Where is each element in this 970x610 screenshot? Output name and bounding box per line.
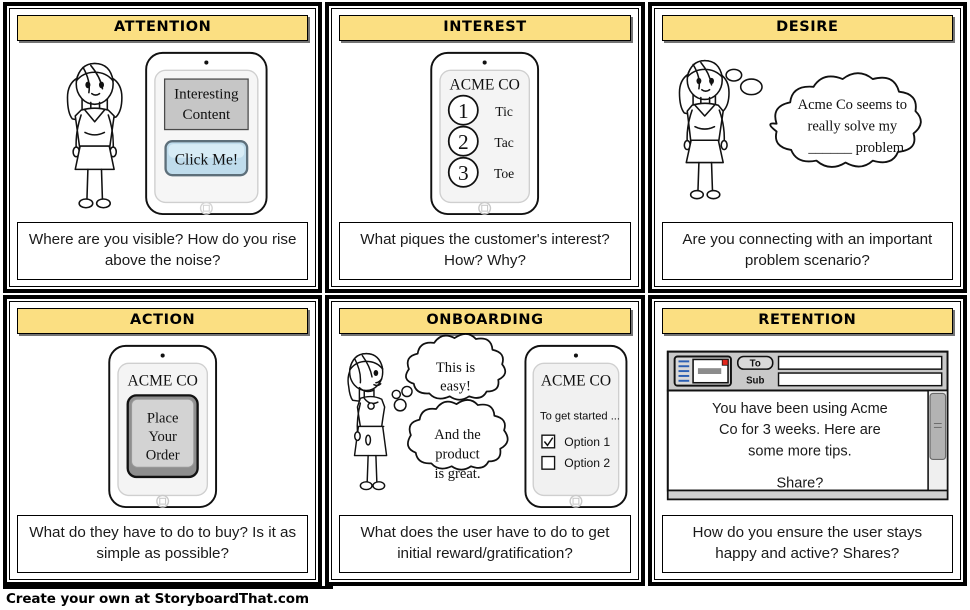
panel-title-interest: INTEREST [339, 15, 631, 41]
panel-title-retention: RETENTION [661, 308, 953, 334]
device-brand-onboarding: ACME CO [541, 373, 611, 390]
device-content-line2: Content [183, 107, 231, 123]
panel-interest-inner: INTEREST ACME CO 1 Tic 2 Tac 3 Toe What … [331, 8, 639, 287]
thought2-line2: product [436, 446, 480, 462]
storyboard-grid: ATTENTION Interesting Content Click Me! … [0, 0, 970, 586]
panel-caption-onboarding: What does the user have to do to get ini… [339, 515, 631, 573]
panel-attention[interactable]: ATTENTION Interesting Content Click Me! … [3, 2, 323, 293]
storyboard: ATTENTION Interesting Content Click Me! … [0, 0, 970, 610]
footer-attribution[interactable]: Create your own at StoryboardThat.com [6, 591, 309, 607]
device-order-button-line1: Place [147, 411, 179, 427]
list-label-2: Tac [495, 135, 514, 150]
list-number-2: 2 [458, 130, 469, 154]
panel-action-art: ACME CO Place Your Order [17, 334, 308, 515]
woman-character-front [66, 62, 123, 209]
thought-bubble-small-b [401, 385, 414, 398]
panel-title-action: ACTION [17, 308, 309, 334]
panel-interest[interactable]: INTEREST ACME CO 1 Tic 2 Tac 3 Toe What … [325, 2, 645, 293]
email-body-line2: Co for 3 weeks. Here are [719, 422, 881, 438]
email-subject-label: Sub [746, 376, 764, 387]
thought-bubble-small-a [391, 389, 402, 400]
thought1-line2: easy! [441, 379, 472, 395]
list-number-3: 3 [458, 161, 469, 185]
panel-action[interactable]: ACTION ACME CO Place Your Order What do … [3, 295, 323, 586]
panel-onboarding[interactable]: ONBOARDING This is easy! And the product… [325, 295, 645, 586]
email-body-line4: Share? [776, 476, 823, 492]
panel-retention-art: To Sub You have been using Acme Co for 3… [662, 334, 953, 515]
list-number-1: 1 [458, 99, 469, 123]
email-status-bar [666, 489, 948, 501]
scrollbar-thumb [929, 392, 946, 461]
list-label-1: Tic [496, 104, 514, 119]
thought1-line1: This is [436, 360, 476, 376]
device-order-button-line2: Your [148, 429, 177, 445]
thought-bubble-small-1 [724, 68, 743, 82]
panel-title-onboarding: ONBOARDING [339, 308, 631, 334]
thought-bubble-small-2 [739, 78, 763, 96]
panel-attention-inner: ATTENTION Interesting Content Click Me! … [9, 8, 317, 287]
checkbox-option-2 [541, 455, 556, 470]
panel-attention-art: Interesting Content Click Me! [17, 41, 308, 222]
panel-action-inner: ACTION ACME CO Place Your Order What do … [9, 301, 317, 580]
checkbox-label-option-2: Option 2 [565, 456, 611, 470]
panel-caption-retention: How do you ensure the user stays happy a… [661, 515, 953, 573]
checkbox-label-option-1: Option 1 [565, 435, 611, 449]
device-brand-action: ACME CO [128, 373, 198, 390]
thought-bubble-small-c [393, 398, 408, 412]
footer: Create your own at StoryboardThat.com [0, 586, 970, 610]
device-order-button-line3: Order [146, 447, 180, 463]
email-to-field [777, 355, 943, 370]
device-onboarding-prompt: To get started ... [540, 411, 620, 423]
panel-desire-inner: DESIRE Acme Co seems to really solve my … [653, 8, 961, 287]
panel-caption-interest: What piques the customer's interest? How… [339, 222, 631, 280]
thought-text-line2: really solve my [807, 119, 897, 135]
woman-character-side [347, 352, 388, 491]
panel-caption-attention: Where are you visible? How do you rise a… [17, 222, 309, 280]
panel-caption-desire: Are you connecting with an important pro… [661, 222, 953, 280]
panel-desire-art: Acme Co seems to really solve my ______ … [662, 41, 953, 222]
thought2-line3: is great. [435, 466, 481, 482]
panel-onboarding-inner: ONBOARDING This is easy! And the product… [331, 301, 639, 580]
woman-character-thinking [678, 59, 730, 200]
panel-interest-art: ACME CO 1 Tic 2 Tac 3 Toe [339, 41, 630, 222]
email-body-line1: You have been using Acme [712, 401, 888, 417]
email-to-label: To [749, 359, 760, 370]
panel-retention-inner: RETENTION To Sub You have been using Acm… [653, 301, 961, 580]
panel-onboarding-art: This is easy! And the product is great. [339, 334, 630, 515]
panel-title-desire: DESIRE [661, 15, 953, 41]
phone-device-attention: Interesting Content Click Me! [145, 51, 268, 216]
panel-title-attention: ATTENTION [17, 15, 309, 41]
email-subject-field [777, 372, 943, 387]
panel-retention[interactable]: RETENTION To Sub You have been using Acm… [647, 295, 967, 586]
phone-device-interest: ACME CO 1 Tic 2 Tac 3 Toe [430, 51, 540, 216]
phone-device-onboarding: ACME CO To get started ... Option 1 Opti… [524, 344, 628, 509]
device-content-line1: Interesting [174, 86, 239, 102]
panel-caption-action: What do they have to do to buy? Is it as… [17, 515, 309, 573]
thought-text-line1: Acme Co seems to [797, 97, 907, 113]
phone-device-action: ACME CO Place Your Order [108, 344, 218, 509]
footer-divider [3, 586, 333, 589]
list-label-3: Toe [494, 166, 514, 181]
thought2-line1: And the [435, 427, 481, 443]
device-brand-interest: ACME CO [450, 77, 520, 94]
thought-text-line3: ______ problem [807, 140, 904, 156]
email-body-line3: some more tips. [748, 444, 851, 460]
device-click-button-label: Click Me! [175, 152, 238, 169]
panel-desire[interactable]: DESIRE Acme Co seems to really solve my … [647, 2, 967, 293]
checkbox-option-1 [541, 434, 556, 449]
mail-icon-badge [721, 359, 729, 366]
